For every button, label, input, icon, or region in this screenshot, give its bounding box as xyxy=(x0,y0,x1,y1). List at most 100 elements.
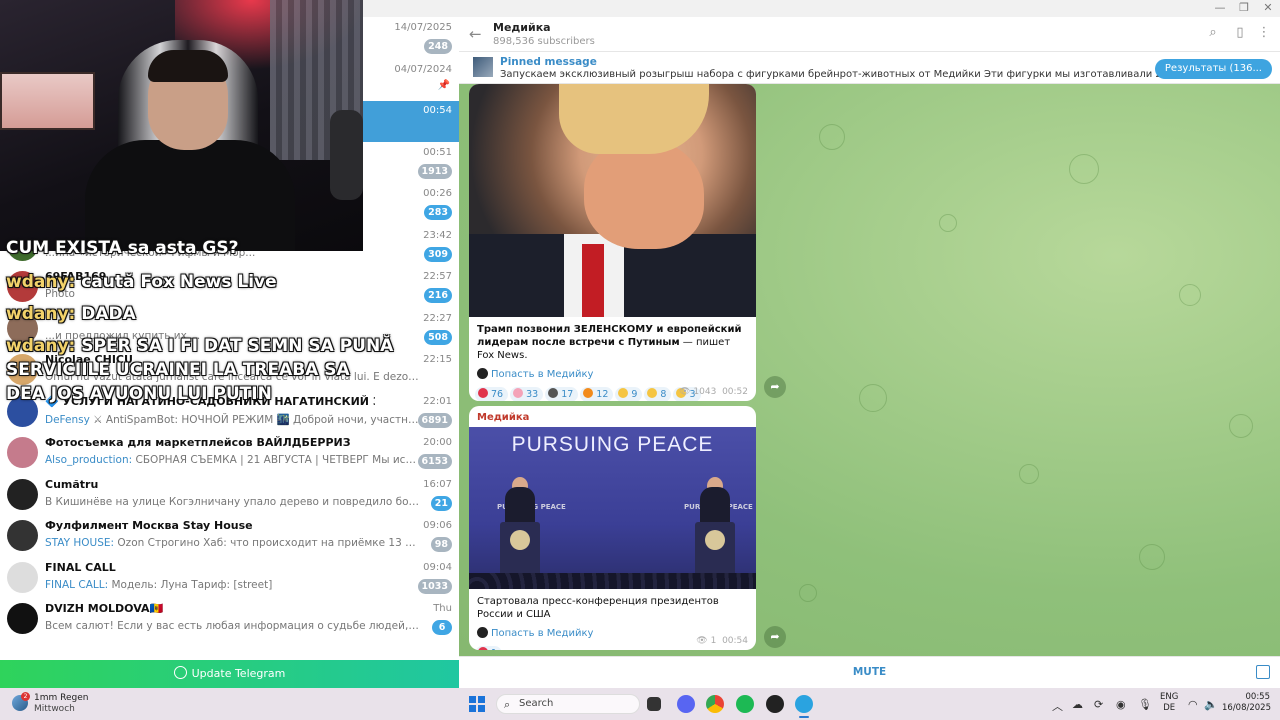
image-banner-text: PURSUING PEACE xyxy=(511,433,714,456)
maximize-icon[interactable]: ❐ xyxy=(1234,1,1254,14)
avatar xyxy=(7,603,38,634)
mute-button[interactable]: MUTE xyxy=(459,666,1280,678)
avatar xyxy=(7,478,38,510)
stream-chat-line: wdany: caută Fox News Live xyxy=(6,272,277,292)
unread-badge: 21 xyxy=(430,495,452,511)
windows-taskbar: 2 1mm Regen Mittwoch ⌕ Search ︿ ☁ ⟳ ◉ 🎙 … xyxy=(0,688,1280,720)
reaction-chip[interactable]: 33 xyxy=(510,387,544,401)
unread-badge: 6153 xyxy=(417,454,452,469)
reaction-count: 33 xyxy=(526,389,539,400)
chat-time: 00:51 xyxy=(423,146,452,158)
chat-time: 00:26 xyxy=(423,188,452,199)
chat-list-item[interactable]: Фотосъемка для маркетплейсов ВАЙЛДБЕРРИЗ… xyxy=(0,433,459,474)
microphone-icon[interactable]: 🎙 xyxy=(1138,698,1152,711)
telegram-icon[interactable] xyxy=(795,695,813,713)
chat-title: Фотосъемка для маркетплейсов ВАЙЛДБЕРРИЗ xyxy=(45,436,351,449)
cloud-icon[interactable]: ☁ xyxy=(1072,698,1083,711)
obs-icon[interactable] xyxy=(766,695,784,713)
wifi-icon[interactable]: ◠ xyxy=(1188,698,1198,711)
chat-list-item[interactable]: Фулфилмент Москва Stay House 09:06 STAY HO… xyxy=(0,516,459,557)
channel-bottom-bar: MUTE xyxy=(459,656,1280,688)
shock-icon xyxy=(647,388,658,398)
system-clock[interactable]: 00:55 16/08/2025 xyxy=(1222,692,1271,714)
close-icon[interactable]: ✕ xyxy=(1258,1,1278,14)
language-indicator[interactable]: ENG DE xyxy=(1160,692,1178,714)
avatar xyxy=(7,520,38,551)
more-options-icon[interactable]: ⋮ xyxy=(1256,25,1272,41)
unread-badge: 98 xyxy=(430,537,452,552)
minimize-icon[interactable]: — xyxy=(1210,1,1230,14)
reaction-chip[interactable]: 17 xyxy=(545,387,579,401)
reaction-chip[interactable]: 8 xyxy=(644,387,672,401)
forward-icon[interactable]: ➦ xyxy=(764,626,786,648)
chat-title: Фулфилмент Москва Stay House xyxy=(45,519,253,532)
channel-post[interactable]: Трамп позвонил ЗЕЛЕНСКОМУ и европейский … xyxy=(469,84,756,401)
reaction-chip[interactable]: 1 xyxy=(475,646,503,650)
preview-text: СБОРНАЯ СЪЕМКА | 21 АВГУСТА | ЧЕТВЕРГ Мы… xyxy=(135,454,420,466)
chat-preview: DeFensy ⚔ AntiSpamBot: НОЧНОЙ РЕЖИМ 🌃 До… xyxy=(45,413,420,426)
update-telegram-button[interactable]: Update Telegram xyxy=(0,660,459,688)
chat-time: 23:42 xyxy=(423,229,452,241)
unread-badge: 6891 xyxy=(417,412,452,428)
wall-painting xyxy=(0,72,95,130)
chat-list-item[interactable]: Cumătru 16:07 В Кишинёве на улице Когэлнич… xyxy=(0,475,459,516)
chat-list-item[interactable]: FINAL CALL 09:04 FINAL CALL: Модель: Луна … xyxy=(0,558,459,599)
post-photo[interactable]: PURSUING PEACE PURSUING PEACE PURSUING P… xyxy=(469,427,756,589)
post-meta: 👁 1 00:54 xyxy=(696,636,748,646)
reaction-chip[interactable]: 9 xyxy=(615,387,643,401)
sidebar-toggle-icon[interactable]: ▯ xyxy=(1232,25,1248,41)
chat-time: 00:54 xyxy=(423,105,452,116)
unread-badge: 6 xyxy=(432,620,452,635)
avatar xyxy=(7,437,38,468)
steam-icon[interactable]: ◉ xyxy=(1116,698,1126,711)
task-view-icon[interactable] xyxy=(647,697,661,711)
gift-icon[interactable] xyxy=(1256,665,1270,679)
pinned-message-bar[interactable]: Pinned message Запускаем эксклюзивный ро… xyxy=(459,52,1280,84)
preview-text: Модель: Луна Тариф: [street] xyxy=(111,578,273,591)
preview-sender: DeFensy xyxy=(45,413,90,426)
reaction-count: 8 xyxy=(660,389,667,400)
unread-badge: 1033 xyxy=(417,578,452,594)
chat-time: 09:06 xyxy=(423,520,452,531)
tray-chevron-icon[interactable]: ︿ xyxy=(1052,698,1063,714)
chat-time: 09:04 xyxy=(423,561,452,573)
preview-text: ⚔ AntiSpamBot: НОЧНОЙ РЕЖИМ 🌃 Доброй ноч… xyxy=(93,413,420,426)
sync-icon[interactable]: ⟳ xyxy=(1094,698,1103,711)
stream-chat-line: SERVICIILE UCRAINEI LA TREABA SA xyxy=(6,360,350,380)
discord-icon[interactable] xyxy=(677,695,695,713)
stream-chat-line: CUM EXISTA sa asta GS? xyxy=(6,238,239,258)
unread-badge: 508 xyxy=(424,329,452,345)
preview-sender: FINAL CALL: xyxy=(45,578,109,591)
chat-time: 22:27 xyxy=(423,312,452,324)
channel-name[interactable]: Медийка xyxy=(493,21,551,34)
channel-logo-icon xyxy=(477,627,488,638)
reaction-chip[interactable]: 12 xyxy=(580,387,614,401)
post-link[interactable]: Попасть в Медийку xyxy=(469,362,756,380)
chat-time: 20:00 xyxy=(423,437,452,448)
start-button[interactable] xyxy=(469,696,485,712)
chat-list-item[interactable]: DVIZH MOLDOVA🇲🇩 Thu Всем салют! Если у вас… xyxy=(0,599,459,640)
reaction-count: 76 xyxy=(491,389,504,400)
stream-chat-line: wdany: SPER SA I FI DAT SEMN SA PUNĂ xyxy=(6,336,394,356)
chrome-icon[interactable] xyxy=(706,695,724,713)
channel-post[interactable]: Медийка PURSUING PEACE PURSUING PEACE PU… xyxy=(469,406,756,650)
chat-title: DVIZH MOLDOVA🇲🇩 xyxy=(45,602,164,615)
spotify-icon[interactable] xyxy=(736,695,754,713)
channel-header: ← Медийка 898,536 subscribers ⌕ ▯ ⋮ xyxy=(459,17,1280,52)
webcam-overlay xyxy=(0,0,363,251)
reaction-chip[interactable]: 76 xyxy=(475,387,509,401)
subscriber-count: 898,536 subscribers xyxy=(493,36,595,47)
taskbar-search[interactable]: ⌕ Search xyxy=(496,694,640,714)
back-arrow-icon[interactable]: ← xyxy=(469,25,482,43)
preview-text: Всем салют! Если у вас есть любая информ… xyxy=(45,620,420,632)
volume-icon[interactable]: 🔈 xyxy=(1204,698,1218,711)
post-photo[interactable] xyxy=(469,84,756,317)
search-icon[interactable]: ⌕ xyxy=(1205,25,1221,41)
results-button[interactable]: Результаты (136... xyxy=(1154,59,1272,79)
search-icon: ⌕ xyxy=(504,698,511,711)
pinned-thumbnail xyxy=(473,57,493,77)
microphone xyxy=(330,110,363,200)
forward-icon[interactable]: ➦ xyxy=(764,376,786,398)
reaction-count: 17 xyxy=(561,389,574,400)
reaction-count: 12 xyxy=(596,389,609,400)
